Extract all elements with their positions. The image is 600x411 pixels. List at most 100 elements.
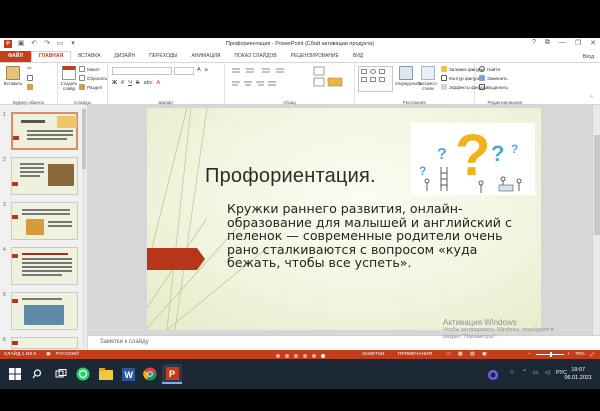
underline-button[interactable]: Ч (128, 80, 132, 86)
taskbar-powerpoint[interactable]: P (162, 364, 182, 384)
format-painter-button[interactable] (27, 84, 33, 90)
spellcheck-icon[interactable]: ▣ (46, 352, 51, 357)
find-button[interactable]: Найти (479, 66, 500, 72)
rect-shape-icon[interactable] (361, 69, 367, 74)
volume-icon[interactable]: ◁ (545, 369, 550, 376)
tray-overflow-icon[interactable]: ⌃ (522, 369, 527, 376)
tab-insert[interactable]: ВСТАВКА (71, 51, 107, 62)
cut-button[interactable]: ✂ (27, 66, 33, 72)
svg-text:?: ? (437, 146, 447, 163)
notes-placeholder: Заметки к слайду (100, 339, 149, 345)
task-view-button[interactable] (51, 364, 71, 384)
italic-button[interactable]: К (121, 80, 124, 86)
shadow-button[interactable]: abc (144, 80, 153, 86)
sign-in-link[interactable]: Вход (583, 54, 600, 60)
zoom-in-icon[interactable]: + (567, 352, 570, 357)
thumb-image (24, 305, 64, 325)
reading-view-icon[interactable]: ▤ (470, 352, 475, 357)
notes-toggle[interactable]: ЗАМЕТКИ (362, 352, 384, 357)
taskbar-whatsapp[interactable] (73, 364, 93, 384)
battery-icon[interactable]: ▭ (533, 369, 539, 376)
slide-body-text[interactable]: Кружки раннего развития, онлайн-образова… (227, 202, 527, 270)
shrink-font-icon[interactable]: a (205, 67, 208, 73)
tab-animation[interactable]: АНИМАЦИЯ (184, 51, 227, 62)
slide-title[interactable]: Профориентация. (205, 165, 376, 188)
zoom-slider[interactable] (536, 352, 564, 357)
select-button[interactable]: Выделить (479, 84, 508, 90)
quick-styles-button[interactable]: Экспресс-стили (417, 66, 439, 91)
tab-slideshow[interactable]: ПОКАЗ СЛАЙДОВ (227, 51, 283, 62)
carousel-dot-active[interactable] (321, 354, 325, 358)
font-family-select[interactable] (112, 67, 172, 75)
tab-review[interactable]: РЕЦЕНЗИРОВАНИЕ (284, 51, 346, 62)
fit-slide-icon[interactable]: ⤢ (590, 352, 594, 358)
tab-transitions[interactable]: ПЕРЕХОДЫ (142, 51, 184, 62)
slide-thumbnail-2[interactable] (11, 157, 78, 195)
start-button[interactable] (5, 364, 25, 384)
replace-button[interactable]: Заменить (479, 75, 508, 81)
tab-file[interactable]: ФАЙЛ (0, 51, 31, 62)
restore-button[interactable]: ❐ (575, 39, 581, 47)
taskbar-clock[interactable]: 19:07 06.01.2021 (564, 366, 592, 382)
star-shape-icon[interactable] (370, 77, 376, 82)
normal-view-icon[interactable]: ▭ (446, 352, 451, 357)
slide-thumbnail-4[interactable] (11, 247, 78, 285)
thumbnail-scrollbar[interactable] (82, 107, 86, 348)
layout-button[interactable]: Макет (79, 66, 100, 72)
font-color-button[interactable]: A (156, 80, 160, 86)
network-icon[interactable]: ⌂ (510, 369, 514, 375)
comments-toggle[interactable]: ПРИМЕЧАНИЯ (398, 352, 432, 357)
strike-button[interactable]: S (136, 80, 140, 86)
slide-thumbnail-3[interactable] (11, 202, 78, 240)
zoom-level[interactable]: 70% (575, 352, 585, 357)
slide-thumbnail-1[interactable] (11, 112, 78, 150)
tab-design[interactable]: ДИЗАЙН (108, 51, 143, 62)
carousel-dot[interactable] (312, 354, 316, 358)
slide-number: 6 (3, 337, 6, 343)
group-slides: Создать слайд Макет Сбросить Раздел Слай… (58, 63, 108, 106)
language-indicator[interactable]: РУССКИЙ (56, 352, 79, 357)
carousel-dot[interactable] (285, 354, 289, 358)
new-slide-button[interactable]: Создать слайд (60, 66, 78, 91)
paste-button[interactable]: Вставить (3, 66, 23, 86)
cortana-icon[interactable] (487, 368, 499, 380)
font-size-select[interactable] (174, 67, 194, 75)
reset-button[interactable]: Сбросить (79, 75, 107, 81)
paragraph-controls[interactable] (230, 66, 350, 94)
tab-home[interactable]: ГЛАВНАЯ (30, 51, 72, 62)
carousel-dot[interactable] (294, 354, 298, 358)
carousel-dot[interactable] (276, 354, 280, 358)
close-button[interactable]: ✕ (590, 39, 596, 47)
slideshow-view-icon[interactable]: ▣ (482, 352, 487, 357)
collapse-ribbon-icon[interactable]: ⌃ (589, 95, 594, 102)
taskbar-explorer[interactable] (96, 364, 116, 384)
oval-shape-icon[interactable] (370, 69, 376, 74)
shapes-gallery[interactable] (358, 66, 393, 92)
slide-scrollbar[interactable] (592, 105, 600, 335)
taskbar-word[interactable]: W (118, 364, 138, 384)
arrange-button[interactable]: Упорядочить (395, 66, 421, 86)
current-slide[interactable]: ? ? ? ? ? Профориентация. Кружки раннего… (147, 108, 541, 330)
copy-button[interactable] (27, 75, 33, 81)
arrange-icon (399, 66, 413, 80)
tab-view[interactable]: ВИД (346, 51, 370, 62)
triangle-shape-icon[interactable] (379, 77, 385, 82)
slide-thumbnail-6[interactable] (11, 337, 78, 349)
zoom-out-icon[interactable]: − (528, 352, 531, 357)
task-view-icon (55, 369, 67, 378)
ribbon-display-icon[interactable]: ⧉ (545, 39, 550, 47)
taskbar-chrome[interactable] (140, 364, 160, 384)
bold-button[interactable]: Ж (112, 80, 117, 86)
group-paragraph: Абзац (225, 63, 355, 106)
grow-font-icon[interactable]: A (197, 67, 201, 73)
taskbar-search[interactable] (27, 364, 47, 384)
line-shape-icon[interactable] (379, 69, 385, 74)
section-button[interactable]: Раздел (79, 84, 102, 90)
help-button[interactable]: ? (532, 39, 536, 47)
reset-icon (79, 75, 85, 81)
sorter-view-icon[interactable]: ▦ (458, 352, 463, 357)
minimize-button[interactable]: — (559, 39, 566, 47)
slide-thumbnail-5[interactable] (11, 292, 78, 330)
arrow-shape-icon[interactable] (361, 77, 367, 82)
carousel-dot[interactable] (303, 354, 307, 358)
